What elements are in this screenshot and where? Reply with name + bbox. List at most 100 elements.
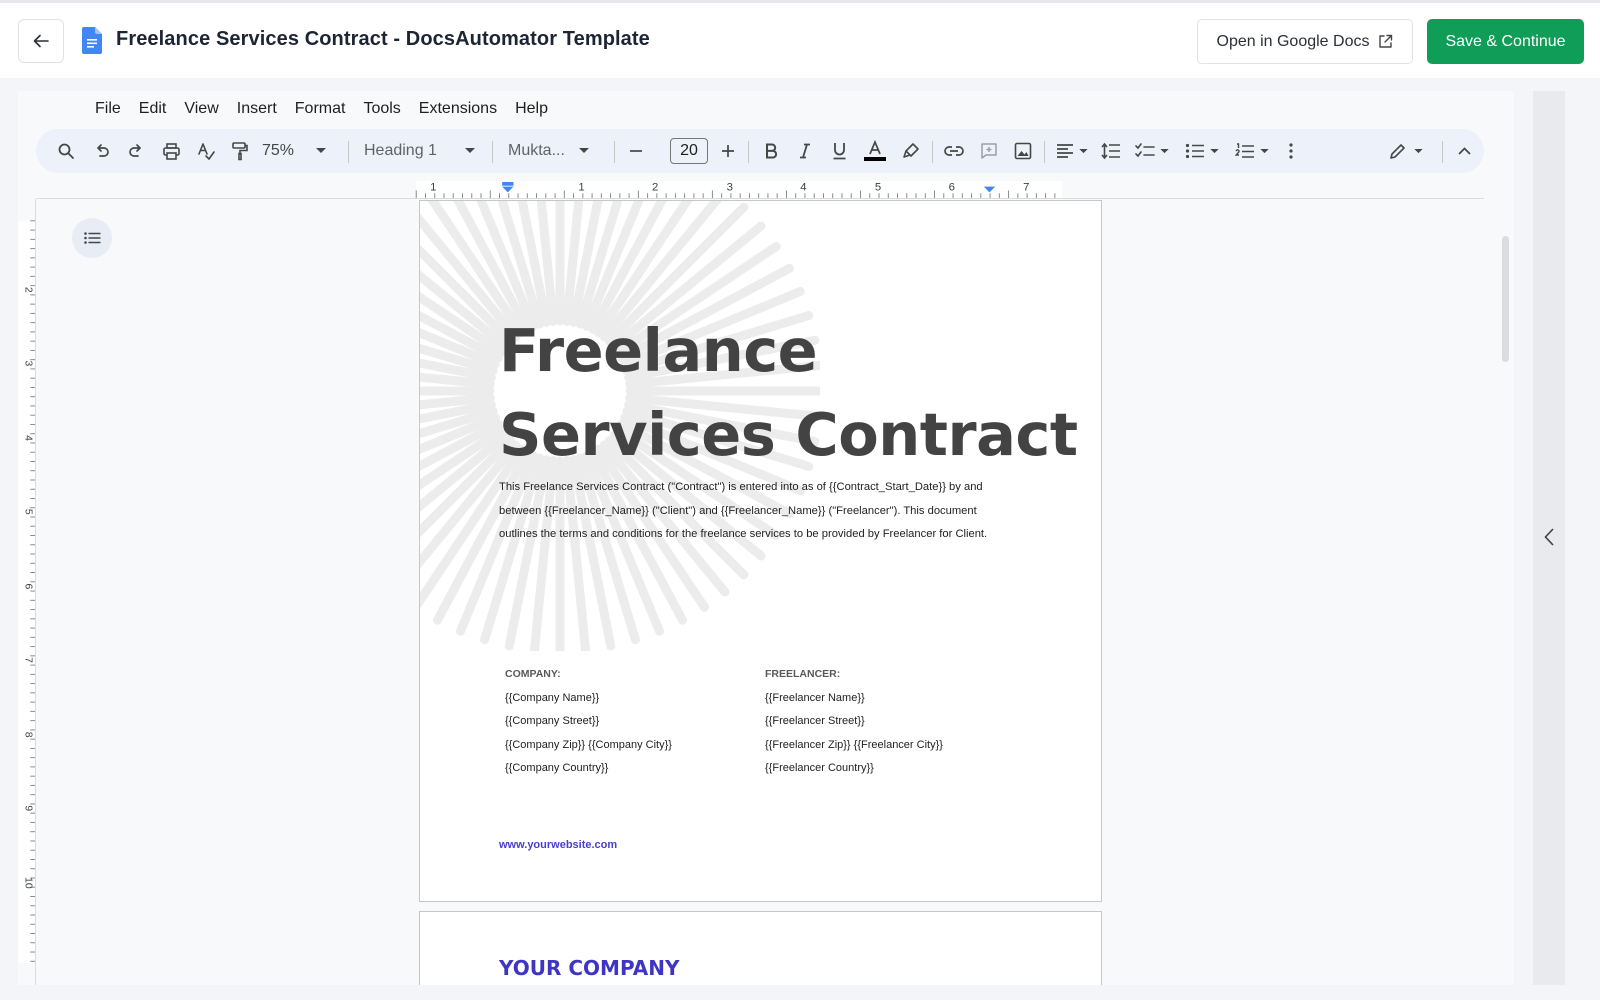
underline-button[interactable] [826,129,852,173]
text-color-button[interactable] [862,129,888,173]
freelancer-zip-city: {{Freelancer Zip}} {{Freelancer City}} [765,738,943,751]
redo-icon [129,144,141,157]
caret-down-icon [1079,148,1088,153]
caret-down-icon [316,148,327,153]
ruler-number: 6 [949,181,955,193]
ruler-number: 5 [23,509,34,515]
redo-button[interactable] [124,129,148,173]
line-spacing-button[interactable] [1098,129,1124,173]
bulleted-list-select[interactable] [1182,129,1222,173]
menu-edit[interactable]: Edit [130,95,176,123]
menu-view[interactable]: View [175,95,227,123]
external-link-icon [1379,34,1393,48]
ruler-number: 4 [23,435,34,441]
search-menus-button[interactable] [54,129,78,173]
freelancer-heading: FREELANCER: [765,668,841,680]
open-in-google-docs-button[interactable]: Open in Google Docs [1197,19,1413,64]
increase-font-size-button[interactable] [716,129,740,173]
menu-file[interactable]: File [86,95,130,123]
freelancer-name: {{Freelancer Name}} [765,691,865,704]
underline-icon [833,143,845,160]
line-spacing-icon [1101,142,1120,160]
add-comment-button[interactable] [976,129,1002,173]
ruler-number: 3 [23,361,34,367]
font-size-input[interactable]: 20 [670,138,708,164]
vertical-scrollbar-thumb[interactable] [1502,236,1509,362]
caret-down-icon [1210,148,1219,153]
document-page[interactable]: Freelance Services Contract This Freelan… [419,200,1102,902]
highlight-color-button[interactable] [898,129,924,173]
link-icon [944,146,964,156]
menu-format[interactable]: Format [286,95,355,123]
menu-help[interactable]: Help [506,95,557,123]
show-outline-button[interactable] [72,218,112,258]
spelling-check-button[interactable] [194,129,218,173]
paint-format-button[interactable] [228,129,252,173]
side-panel-toggle[interactable] [1536,522,1562,552]
intro-line: between {{Freelancer_Name}} ("Client") a… [499,504,977,517]
undo-button[interactable] [90,129,114,173]
ruler-number: 1 [578,181,584,193]
toolbar-separator [932,141,933,163]
arrow-left-icon [33,34,49,48]
hide-menus-button[interactable] [1452,129,1476,173]
menu-extensions[interactable]: Extensions [410,95,506,123]
insert-image-button[interactable] [1010,129,1036,173]
zoom-value: 75% [262,142,295,159]
caret-down-icon [1260,148,1269,153]
search-icon [58,143,74,159]
spellcheck-icon [197,142,215,160]
menu-insert[interactable]: Insert [228,95,286,123]
ruler-number: 5 [875,181,881,193]
formatting-toolbar: 75% Heading 1 Mukta... 20 [36,129,1484,173]
numbered-list-select[interactable] [1232,129,1272,173]
zoom-select[interactable]: 75% [262,129,332,173]
paragraph-style-value: Heading 1 [364,142,437,159]
bulleted-list-icon [1185,143,1204,159]
insert-link-button[interactable] [940,129,968,173]
document-canvas[interactable]: Freelance Services Contract This Freelan… [36,200,1484,985]
google-docs-editor: File Edit View Insert Format Tools Exten… [18,91,1514,985]
align-left-icon [1057,144,1073,158]
website-link[interactable]: www.yourwebsite.com [499,839,617,851]
ruler-number: 1 [430,181,436,193]
more-options-button[interactable] [1282,129,1300,173]
company-heading: COMPANY: [505,668,561,680]
toolbar-separator [614,141,615,163]
numbered-list-icon [1235,142,1254,158]
print-button[interactable] [159,129,183,173]
bold-button[interactable] [758,129,784,173]
save-and-continue-button[interactable]: Save & Continue [1427,19,1584,64]
italic-button[interactable] [792,129,818,173]
open-in-google-docs-label: Open in Google Docs [1216,32,1370,50]
minus-icon [630,150,642,152]
editing-mode-select[interactable] [1384,129,1428,173]
menu-tools[interactable]: Tools [354,95,409,123]
company-street: {{Company Street}} [505,715,600,727]
print-icon [162,142,180,160]
ruler-number: 7 [1023,181,1029,193]
ruler-number: 3 [727,181,733,193]
toolbar-separator [348,141,349,163]
decrease-font-size-button[interactable] [624,129,648,173]
company-zip-city: {{Company Zip}} {{Company City}} [505,738,672,751]
ruler-number: 9 [23,805,34,811]
freelancer-country: {{Freelancer Country}} [765,762,874,774]
company-name: {{Company Name}} [505,691,600,704]
ruler-number: 10 [23,877,34,889]
document-page[interactable]: YOUR COMPANY [419,911,1102,985]
checklist-select[interactable] [1132,129,1172,173]
heading-line: Freelance [499,316,818,385]
back-button[interactable] [18,19,64,63]
editor-shell: File Edit View Insert Format Tools Exten… [0,78,1600,1000]
ruler-number: 6 [23,583,34,589]
ruler-number: 8 [23,732,34,738]
italic-icon [800,143,810,159]
menu-bar: File Edit View Insert Format Tools Exten… [86,95,557,123]
align-select[interactable] [1052,129,1092,173]
toolbar-separator [1442,141,1443,163]
font-family-select[interactable]: Mukta... [508,129,598,173]
pencil-icon [1390,143,1405,159]
paragraph-style-select[interactable]: Heading 1 [364,129,476,173]
company-address-block: COMPANY: {{Company Name}} {{Company Stre… [505,663,672,781]
